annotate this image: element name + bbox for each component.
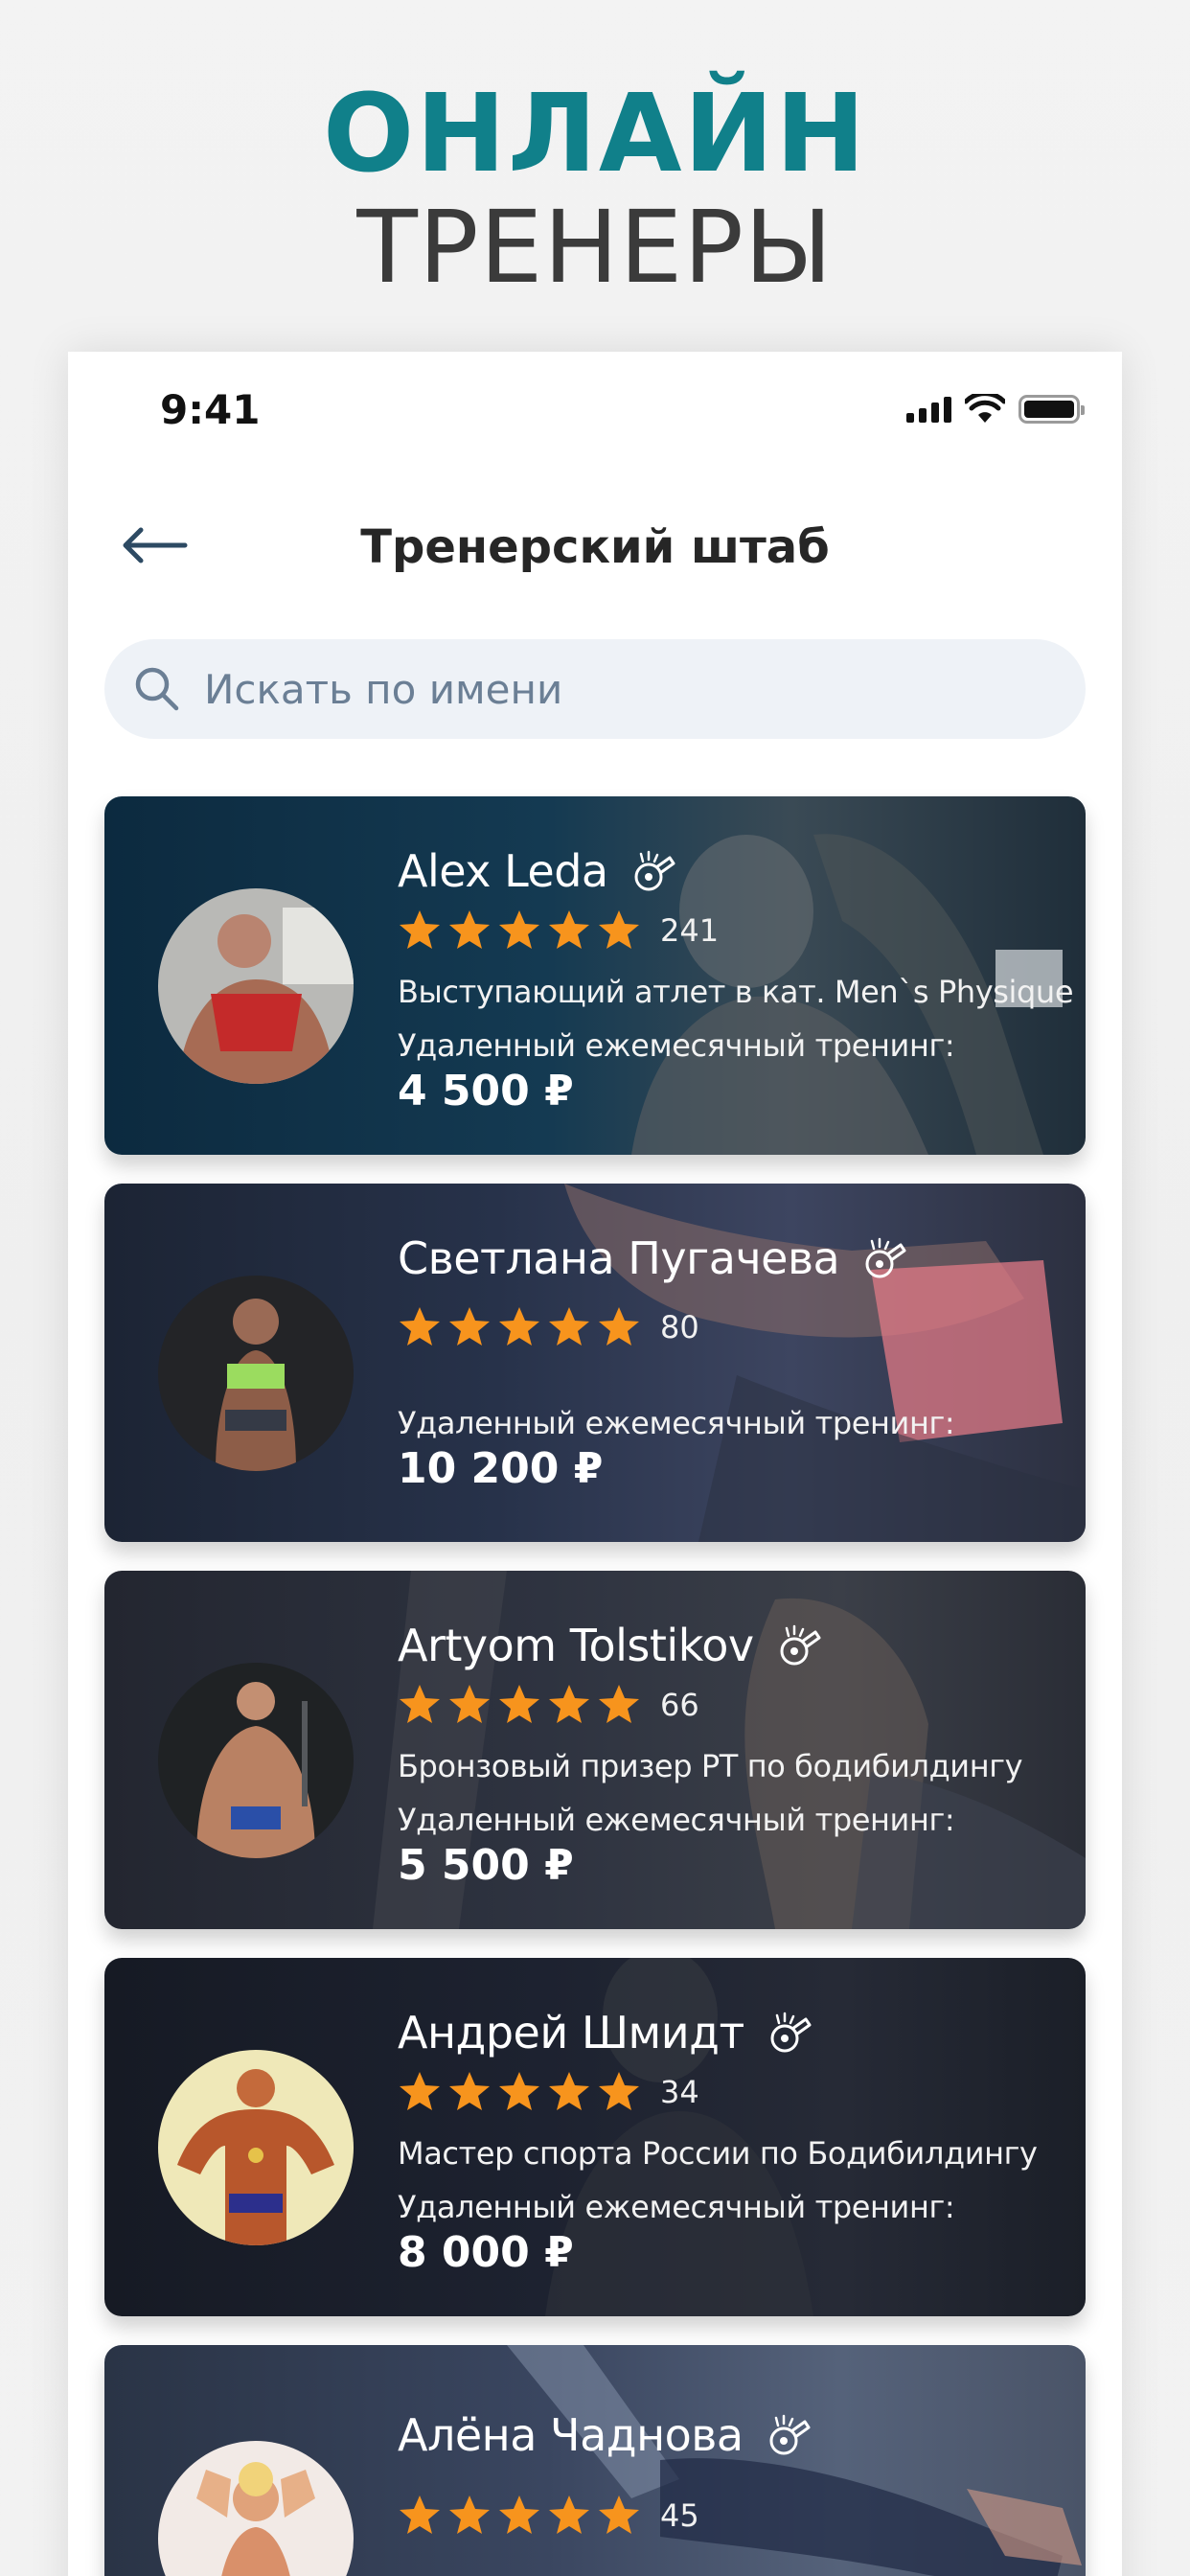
star-icon xyxy=(599,910,639,949)
star-rating xyxy=(398,2494,641,2538)
review-count: 45 xyxy=(660,2497,699,2534)
star-icon xyxy=(499,1307,539,1346)
star-icon xyxy=(499,1685,539,1723)
rating: 80 xyxy=(398,1302,1086,1352)
trainer-avatar xyxy=(158,2050,354,2245)
star-icon xyxy=(400,2072,440,2110)
trainer-name: Светлана Пугачева xyxy=(398,1232,840,1284)
trainer-achievement: Бронзовый призер РТ по бодибилдингу xyxy=(398,1748,1023,1784)
nav-bar: Тренерский штаб xyxy=(68,476,1122,620)
rating: 241 xyxy=(398,906,1086,955)
promo-heading-line2: ТРЕНЕРЫ xyxy=(356,189,834,306)
price: 4 500 ₽ xyxy=(398,1067,574,1116)
star-icon xyxy=(549,2072,589,2110)
search-input[interactable] xyxy=(204,665,1028,713)
trainer-name: Alex Leda xyxy=(398,845,608,897)
whistle-icon xyxy=(769,2414,811,2455)
star-rating xyxy=(398,1305,641,1349)
trainer-achievement: Мастер спорта России по Бодибилдингу xyxy=(398,2135,1038,2172)
trainer-name: Artyom Tolstikov xyxy=(398,1620,754,1671)
star-rating xyxy=(398,908,641,953)
price: 5 500 ₽ xyxy=(398,1841,574,1890)
star-icon xyxy=(499,2496,539,2534)
star-icon xyxy=(599,2496,639,2534)
trainer-card[interactable]: Светлана Пугачева 80 Удаленный ежемесячн… xyxy=(104,1184,1086,1542)
page-title: Тренерский штаб xyxy=(360,520,830,574)
trainer-avatar xyxy=(158,1663,354,1858)
battery-icon xyxy=(1018,395,1085,424)
trainer-card[interactable]: Alex Leda 241 Выступающий атлет в кат. M… xyxy=(104,796,1086,1155)
price: 8 000 ₽ xyxy=(398,2228,574,2277)
trainer-card[interactable]: Андрей Шмидт 34 Мастер спорта России по … xyxy=(104,1958,1086,2316)
cellular-signal-icon xyxy=(906,396,951,423)
rating: 34 xyxy=(398,2067,1086,2117)
trainer-name: Алёна Чаднова xyxy=(398,2409,744,2461)
price-label: Удаленный ежемесячный тренинг: xyxy=(398,2189,955,2225)
price: 10 200 ₽ xyxy=(398,1444,604,1493)
star-icon xyxy=(599,1685,639,1723)
rating: 45 xyxy=(398,2491,1086,2541)
price-label: Удаленный ежемесячный тренинг: xyxy=(398,1405,955,1441)
trainer-avatar xyxy=(158,888,354,1084)
star-icon xyxy=(400,910,440,949)
star-icon xyxy=(400,1307,440,1346)
star-rating xyxy=(398,1683,641,1727)
star-icon xyxy=(549,2496,589,2534)
review-count: 241 xyxy=(660,912,720,949)
whistle-icon xyxy=(634,850,675,891)
whistle-icon xyxy=(770,2012,812,2053)
price-label: Удаленный ежемесячный тренинг: xyxy=(398,1027,955,1064)
star-icon xyxy=(549,910,589,949)
star-icon xyxy=(449,1685,490,1723)
trainer-avatar xyxy=(158,1276,354,1471)
star-icon xyxy=(449,1307,490,1346)
star-icon xyxy=(599,1307,639,1346)
status-bar: 9:41 xyxy=(68,352,1122,467)
trainer-card[interactable]: Artyom Tolstikov 66 Бронзовый призер РТ … xyxy=(104,1571,1086,1929)
status-time: 9:41 xyxy=(160,386,261,433)
star-icon xyxy=(499,910,539,949)
star-rating xyxy=(398,2070,641,2114)
star-icon xyxy=(449,2072,490,2110)
star-icon xyxy=(449,2496,490,2534)
review-count: 80 xyxy=(660,1309,699,1346)
star-icon xyxy=(400,2496,440,2534)
phone-screen: 9:41 Тренерский штаб Искать по имени Ale… xyxy=(68,352,1122,2576)
wifi-icon xyxy=(965,394,1005,423)
promo-heading: ОНЛАЙН ТРЕНЕРЫ xyxy=(0,77,1190,303)
trainer-card[interactable]: Алёна Чаднова 45 xyxy=(104,2345,1086,2576)
star-icon xyxy=(549,1685,589,1723)
price-label: Удаленный ежемесячный тренинг: xyxy=(398,1802,955,1838)
star-icon xyxy=(599,2072,639,2110)
star-icon xyxy=(400,1685,440,1723)
review-count: 66 xyxy=(660,1687,699,1723)
promo-heading-line1: ОНЛАЙН xyxy=(322,72,868,196)
status-icons xyxy=(906,394,1085,425)
search-icon xyxy=(135,667,179,711)
rating: 66 xyxy=(398,1680,1086,1730)
star-icon xyxy=(449,910,490,949)
trainer-name: Андрей Шмидт xyxy=(398,2007,744,2058)
star-icon xyxy=(549,1307,589,1346)
review-count: 34 xyxy=(660,2074,699,2110)
whistle-icon xyxy=(780,1624,821,1666)
search-bar[interactable] xyxy=(104,639,1086,739)
whistle-icon xyxy=(865,1237,906,1278)
trainer-achievement: Выступающий атлет в кат. Men`s Physique xyxy=(398,974,1074,1010)
star-icon xyxy=(499,2072,539,2110)
